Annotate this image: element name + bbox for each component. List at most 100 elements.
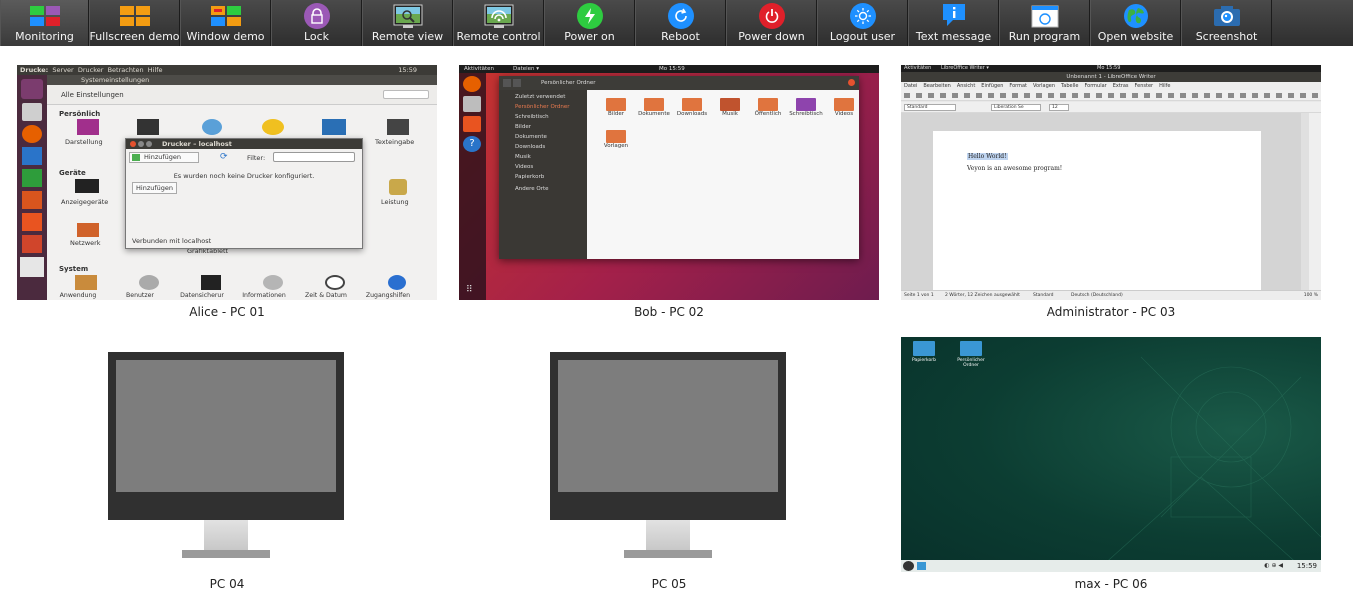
folder-item[interactable]: Öffentlich [749,98,787,117]
alice-item-leistung[interactable]: Leistung [381,198,409,206]
software-center-icon [22,213,42,231]
computer-tile-max[interactable]: Papierkorb Persönlicher Ordner ◐ ⊕ ◀ 15:… [901,337,1321,572]
alice-dialog-add-button[interactable]: Hinzufügen [132,182,177,194]
admin-toolbar-standard[interactable] [901,90,1321,101]
alice-item-anzeigegeraete[interactable]: Anzeigegeräte [61,198,108,206]
admin-menu-item[interactable]: Vorlagen [1033,82,1055,90]
maximize-icon[interactable] [146,141,152,147]
admin-menu-item[interactable]: Einfügen [981,82,1003,90]
admin-menu-item[interactable]: Format [1009,82,1027,90]
max-desktop-icon-home[interactable]: Persönlicher Ordner [953,341,989,368]
apps-grid-icon[interactable]: ⠿ [466,285,473,295]
alice-system-item[interactable]: Zeit & Datum [295,292,357,299]
alice-system-item[interactable]: Informationen [233,292,295,299]
privacy-icon [322,119,346,135]
admin-menu-item[interactable]: Datei [904,82,917,90]
admin-size-box[interactable]: 12 [1049,104,1069,111]
admin-menu-item[interactable]: Tabelle [1061,82,1078,90]
writer-icon [22,147,42,165]
alice-item-netzwerk[interactable]: Netzwerk [70,239,101,247]
computer-tile-administrator[interactable]: Aktivitäten LibreOffice Writer ▾ Mo 15:5… [901,65,1321,300]
bob-path[interactable]: Persönlicher Ordner [541,80,596,86]
monitoring-button[interactable]: Monitoring [0,0,89,46]
alice-item-texteingabe[interactable]: Texteingabe [375,138,414,146]
lock-button[interactable]: Lock [271,0,362,46]
admin-menu-item[interactable]: Formular [1084,82,1106,90]
alice-dialog-title: Drucker – localhost [162,140,232,148]
power-down-button[interactable]: Power down [726,0,817,46]
computer-tile-pc05[interactable] [550,352,786,558]
fullscreen-demo-icon [119,2,150,30]
remote-control-button[interactable]: Remote control [453,0,544,46]
fullscreen-demo-button[interactable]: Fullscreen demo [89,0,180,46]
computer-tile-bob[interactable]: Aktivitäten Dateien ▾ Mo 15:59 ? ⠿ Persö… [459,65,879,300]
folder-item[interactable]: Dokumente [635,98,673,117]
alice-all-settings[interactable]: Alle Einstellungen [61,91,124,99]
remote-view-button[interactable]: Remote view [362,0,453,46]
admin-menu-item[interactable]: Bearbeiten [923,82,950,90]
admin-app-menu[interactable]: LibreOffice Writer ▾ [941,65,989,72]
bob-sidebar-item[interactable]: Dokumente [515,134,547,140]
screenshot-button[interactable]: Screenshot [1181,0,1272,46]
alice-system-item[interactable]: Benutzer [109,292,171,299]
folder-icon [644,98,664,111]
folder-item[interactable]: Musik [711,98,749,117]
bob-sidebar-item[interactable]: Videos [515,164,533,170]
bob-sidebar-item[interactable]: Musik [515,154,531,160]
folder-item[interactable]: Bilder [597,98,635,117]
computer-tile-alice[interactable]: Drucke: Server Drucker Betrachten Hilfe … [17,65,437,300]
admin-style-box[interactable]: Standard [904,104,956,111]
alice-add-printer-button[interactable]: Hinzufügen [129,152,199,163]
bob-activities[interactable]: Aktivitäten [464,65,494,73]
bob-sidebar-item[interactable]: Bilder [515,124,531,130]
power-on-button[interactable]: Power on [544,0,635,46]
forward-icon[interactable] [513,79,521,87]
folder-icon [682,98,702,111]
minimize-icon[interactable] [138,141,144,147]
alice-filter-input[interactable] [273,152,355,162]
tray-icons[interactable]: ◐ ⊕ ◀ [1264,562,1283,569]
monitor-stand [204,520,248,550]
computer-label-alice: Alice - PC 01 [189,305,265,319]
alice-system-item[interactable]: Datensicherur [171,292,233,299]
bob-sidebar-item[interactable]: Andere Orte [515,186,549,192]
bob-sidebar-item[interactable]: Papierkorb [515,174,544,180]
text-message-label: Text message [915,30,992,43]
admin-page[interactable]: Hello World! Veyon is an awesome program… [933,131,1261,290]
desktop-icon[interactable] [917,562,926,570]
alice-system-item[interactable]: Anwendung [47,292,109,299]
close-icon[interactable] [848,79,855,86]
back-icon[interactable] [503,79,511,87]
text-message-button[interactable]: Text message [908,0,999,46]
bob-app-menu[interactable]: Dateien ▾ [513,65,539,73]
admin-menu-item[interactable]: Extras [1113,82,1129,90]
alice-search-input[interactable] [383,90,429,99]
window-demo-button[interactable]: Window demo [180,0,271,46]
folder-item[interactable]: Schreibtisch [787,98,825,117]
start-menu-icon[interactable] [903,561,914,571]
alice-item-darstellung[interactable]: Darstellung [65,138,103,146]
bob-sidebar-item[interactable]: Schreibtisch [515,114,549,120]
admin-activities[interactable]: Aktivitäten [904,65,931,72]
folder-item[interactable]: Vorlagen [597,130,635,149]
folder-item[interactable]: Videos [825,98,863,117]
bob-sidebar-item[interactable]: Zuletzt verwendet [515,94,565,100]
max-desktop-icon-trash[interactable]: Papierkorb [907,341,941,363]
open-website-button[interactable]: Open website [1090,0,1181,46]
refresh-icon[interactable]: ⟳ [220,152,228,162]
admin-menu-item[interactable]: Ansicht [957,82,975,90]
computer-tile-pc04[interactable] [108,352,344,558]
admin-menu-item[interactable]: Fenster [1135,82,1154,90]
run-program-button[interactable]: Run program [999,0,1090,46]
bob-sidebar-item[interactable]: Downloads [515,144,545,150]
bob-sidebar-item[interactable]: Persönlicher Ordner [515,104,570,110]
close-icon[interactable] [130,141,136,147]
alice-system-item[interactable]: Zugangshilfen [357,292,419,299]
admin-menu-item[interactable]: Hilfe [1159,82,1170,90]
reboot-button[interactable]: Reboot [635,0,726,46]
admin-font-box[interactable]: Liberation Se [991,104,1041,111]
admin-vertical-scrollbar[interactable] [1301,113,1309,290]
alice-menu-item: Drucke: [20,66,49,74]
folder-item[interactable]: Downloads [673,98,711,117]
logout-user-button[interactable]: Logout user [817,0,908,46]
